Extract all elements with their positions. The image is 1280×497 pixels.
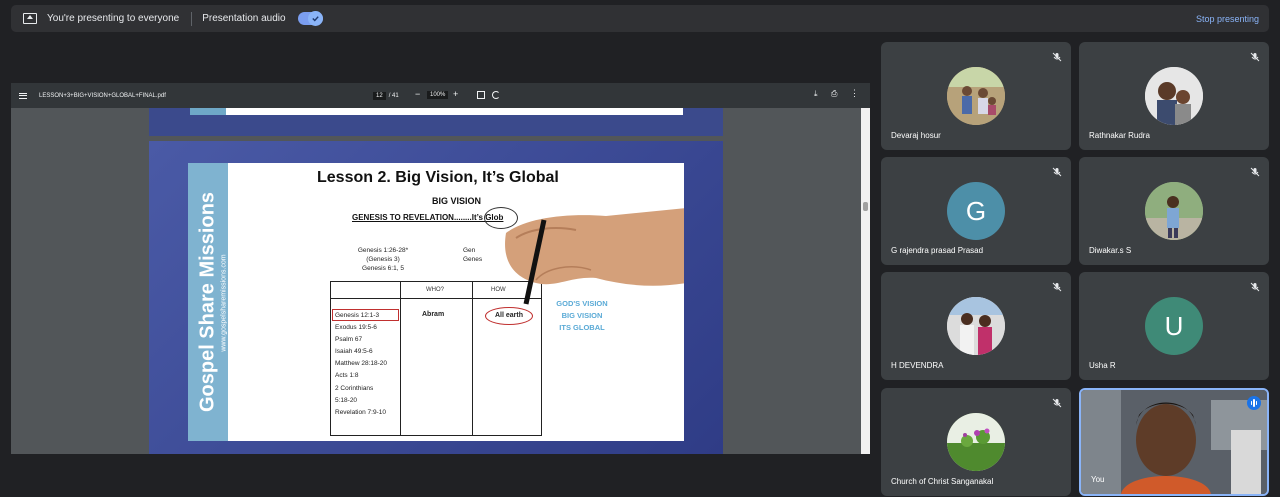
- reference: Genesis 6:1, 5: [362, 265, 404, 272]
- avatar-photo: [1145, 67, 1203, 125]
- slide-subtitle: BIG VISION: [432, 196, 482, 206]
- avatar: [947, 297, 1005, 355]
- who-value: Abram: [422, 311, 445, 318]
- pdf-toolbar: LESSON+3+BIG+VISION+GLOBAL+FINAL.pdf 12 …: [11, 83, 870, 108]
- avatar: [947, 67, 1005, 125]
- participant-tile[interactable]: G G rajendra prasad Prasad: [881, 157, 1071, 265]
- note-line: ITS GLOBAL: [559, 323, 605, 332]
- mic-off-icon: [1052, 52, 1062, 62]
- page-number-input[interactable]: 12: [373, 92, 386, 100]
- avatar: [1145, 67, 1203, 125]
- check-icon: [307, 11, 323, 26]
- pdf-scrollbar[interactable]: [861, 108, 870, 454]
- download-icon[interactable]: ⤓: [814, 89, 818, 99]
- mic-off-icon: [1052, 167, 1062, 177]
- participant-name: G rajendra prasad Prasad: [891, 246, 984, 255]
- speaking-indicator-icon: [1247, 396, 1261, 410]
- participant-tile[interactable]: Rathnakar Rudra: [1079, 42, 1269, 150]
- shared-screen: LESSON+3+BIG+VISION+GLOBAL+FINAL.pdf 12 …: [11, 83, 870, 454]
- verse-list: Genesis 12:1-3 Exodus 19:5-6 Psalm 67 Is…: [335, 310, 387, 419]
- participant-name: H DEVENDRA: [891, 361, 944, 370]
- participant-tile[interactable]: H DEVENDRA: [881, 272, 1071, 380]
- participant-name: Church of Christ Sanganakal: [891, 477, 994, 486]
- self-video: [1081, 390, 1267, 494]
- table-divider: [472, 282, 473, 435]
- page-total: / 41: [388, 93, 399, 99]
- stop-presenting-button[interactable]: Stop presenting: [1196, 14, 1259, 24]
- menu-icon[interactable]: [19, 92, 27, 99]
- present-screen-icon: [23, 13, 37, 24]
- mic-off-icon: [1250, 282, 1260, 292]
- pdf-page-previous: [149, 108, 723, 136]
- brand-title: Gospel Share Missions: [196, 191, 219, 413]
- avatar: G: [947, 182, 1005, 240]
- avatar-photo: [947, 67, 1005, 125]
- bar-divider: [191, 11, 193, 26]
- fit-page-icon[interactable]: [477, 91, 485, 99]
- pdf-file-name: LESSON+3+BIG+VISION+GLOBAL+FINAL.pdf: [39, 92, 166, 99]
- reference: Genesis 1:26-28*: [357, 247, 409, 254]
- zoom-in-button[interactable]: +: [453, 89, 458, 99]
- table-divider: [400, 282, 401, 435]
- more-options-icon[interactable]: ⋮: [850, 88, 859, 99]
- table-header-who: WHO?: [426, 287, 444, 293]
- list-item: 5:18-20: [335, 396, 358, 404]
- participant-name: Usha R: [1089, 361, 1116, 370]
- presentation-audio-label: Presentation audio: [202, 13, 286, 24]
- previous-slide-bottom: [190, 108, 683, 115]
- avatar-initial: U: [1164, 310, 1184, 341]
- mic-off-icon: [1052, 282, 1062, 292]
- self-view-tile[interactable]: You: [1079, 388, 1269, 496]
- list-item: Isaiah 49:5-6: [335, 348, 373, 356]
- list-item: Revelation 7:9-10: [335, 408, 386, 416]
- zoom-level-input[interactable]: 100%: [427, 91, 449, 99]
- participant-tile[interactable]: U Usha R: [1079, 272, 1269, 380]
- avatar-initial: G: [965, 195, 987, 226]
- slide-title: Lesson 2. Big Vision, It’s Global: [317, 169, 559, 186]
- list-item: Genesis 12:1-3: [335, 312, 380, 319]
- avatar: [1145, 182, 1203, 240]
- list-item: 2 Corinthians: [335, 384, 374, 392]
- pdf-scrollbar-thumb[interactable]: [863, 202, 868, 211]
- page-indicator: 12 / 41: [373, 91, 399, 101]
- rotate-icon[interactable]: [492, 91, 500, 99]
- participant-name: Diwakar.s S: [1089, 246, 1132, 255]
- participant-tile[interactable]: Devaraj hosur: [881, 42, 1071, 150]
- print-icon[interactable]: ⎙: [831, 89, 837, 99]
- list-item: Exodus 19:5-6: [335, 324, 377, 332]
- participant-name: Rathnakar Rudra: [1089, 131, 1150, 140]
- references-left: Genesis 1:26-28* (Genesis 3) Genesis 6:1…: [328, 246, 438, 273]
- mic-off-icon: [1250, 52, 1260, 62]
- list-item: Matthew 28:18-20: [335, 360, 388, 368]
- pdf-page-current: Gospel Share Missions www.gospelsharemis…: [149, 141, 723, 454]
- avatar-photo: [1145, 182, 1203, 240]
- avatar: [947, 413, 1005, 471]
- list-item: Psalm 67: [335, 336, 363, 344]
- participant-name: Devaraj hosur: [891, 131, 941, 140]
- presentation-audio-toggle[interactable]: [297, 11, 323, 26]
- lesson-slide: Gospel Share Missions www.gospelsharemis…: [188, 163, 684, 441]
- brand-url: www.gospelsharemissions.com: [220, 254, 228, 352]
- participant-tile[interactable]: Diwakar.s S: [1079, 157, 1269, 265]
- list-item: Acts 1:8: [335, 372, 359, 380]
- avatar: U: [1145, 297, 1203, 355]
- avatar-photo: [947, 297, 1005, 355]
- reference: (Genesis 3): [366, 256, 400, 263]
- participant-tile[interactable]: Church of Christ Sanganakal: [881, 388, 1071, 496]
- presenting-status: You're presenting to everyone: [47, 13, 180, 24]
- mic-off-icon: [1250, 167, 1260, 177]
- previous-slide-stripe: [190, 108, 226, 115]
- note-line: BIG VISION: [561, 311, 603, 320]
- participant-name: You: [1091, 475, 1105, 484]
- how-value: All earth: [485, 307, 533, 325]
- presenting-bar: You're presenting to everyone Presentati…: [11, 5, 1269, 32]
- avatar-photo: [947, 413, 1005, 471]
- zoom-out-button[interactable]: −: [415, 89, 420, 99]
- mic-off-icon: [1052, 398, 1062, 408]
- presenter-hand-image: [505, 208, 684, 305]
